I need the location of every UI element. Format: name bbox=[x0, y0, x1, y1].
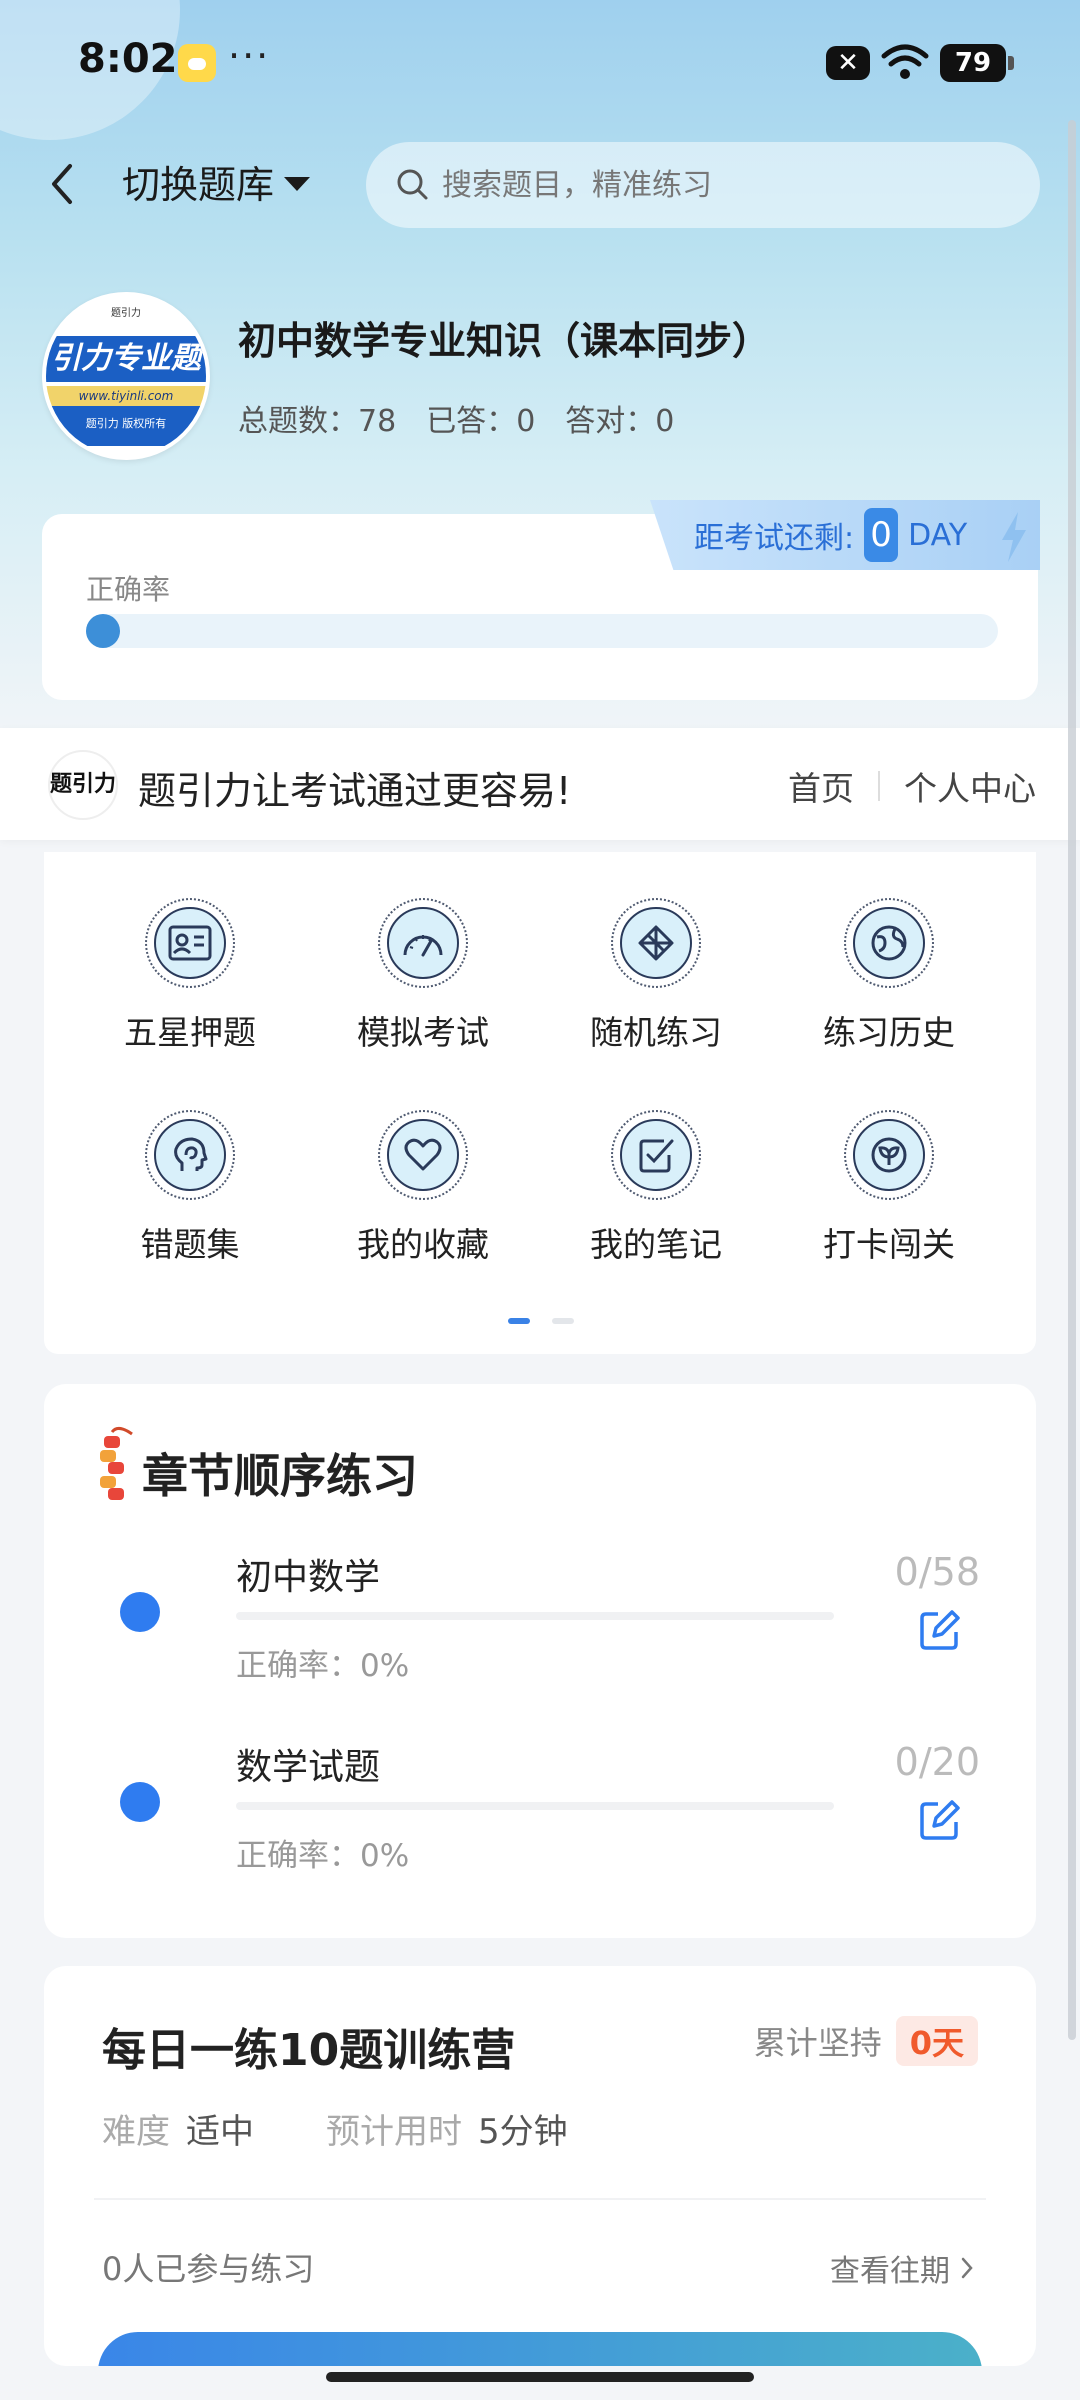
feature-label: 错题集 bbox=[140, 1225, 240, 1264]
chapter-row[interactable]: 初中数学 正确率：0% 0/58 bbox=[44, 1548, 1036, 1708]
feature-label: 五星押题 bbox=[124, 1013, 256, 1052]
correct-stat: 答对：0 bbox=[565, 404, 675, 439]
feature-practice-history[interactable]: 练习历史 bbox=[789, 898, 989, 1054]
search-bar[interactable] bbox=[366, 142, 1040, 228]
page-indicator bbox=[508, 1318, 574, 1324]
accuracy-label: 正确率 bbox=[86, 573, 171, 606]
chapter-dot bbox=[120, 1782, 160, 1822]
nav-profile-link[interactable]: 个人中心 bbox=[904, 762, 1036, 810]
note-check-icon bbox=[639, 1139, 674, 1173]
participants-count: 0人已参与练习 bbox=[102, 2250, 315, 2288]
switch-question-bank-button[interactable]: 切换题库 bbox=[122, 154, 311, 209]
answered-stat: 已答：0 bbox=[426, 404, 536, 439]
feature-wrong-questions[interactable]: 错题集 bbox=[90, 1110, 290, 1266]
status-time: 8:02 bbox=[78, 36, 178, 82]
accuracy-progress-bar bbox=[86, 614, 998, 648]
home-indicator[interactable] bbox=[326, 2372, 754, 2382]
globe-icon bbox=[871, 925, 907, 961]
feature-random-practice[interactable]: 随机练习 bbox=[556, 898, 756, 1054]
chapter-count: 0/58 bbox=[894, 1550, 980, 1594]
gauge-icon bbox=[403, 935, 443, 957]
course-title: 初中数学专业知识（课本同步） bbox=[238, 319, 771, 363]
feature-grid: 五星押题 模拟考试 随机练习 练习历史 错题集 我的收藏 我的笔记 打卡闯关 bbox=[44, 852, 1036, 1354]
id-card-icon bbox=[168, 925, 212, 961]
feature-notes[interactable]: 我的笔记 bbox=[556, 1110, 756, 1266]
chapter-progress-bar bbox=[236, 1612, 834, 1620]
switch-bank-label: 切换题库 bbox=[122, 163, 275, 207]
nav-home-link[interactable]: 首页 bbox=[788, 762, 854, 810]
chapter-count: 0/20 bbox=[894, 1740, 980, 1784]
total-questions-stat: 总题数：78 bbox=[238, 404, 397, 439]
course-logo: 题引力 引力专业题 www.tiyinli.com 题引力 版权所有 bbox=[42, 292, 210, 460]
persist-label: 累计坚持 bbox=[753, 2024, 882, 2062]
more-notifications-icon: ··· bbox=[228, 34, 271, 78]
countdown-label: 距考试还剩: bbox=[694, 521, 855, 556]
difficulty-value: 适中 bbox=[186, 2112, 254, 2152]
lightning-icon bbox=[1002, 512, 1026, 562]
daily-practice-title: 每日一练10题训练营 bbox=[102, 2025, 516, 2076]
time-label: 预计用时 bbox=[326, 2112, 462, 2152]
nav-divider bbox=[878, 771, 880, 801]
daily-meta: 难度 适中 预计用时 5分钟 bbox=[102, 2104, 624, 2153]
brand-logo: 题引力 bbox=[48, 750, 118, 820]
exam-countdown-badge: 距考试还剩: 0 DAY bbox=[650, 500, 1040, 570]
chapter-row[interactable]: 数学试题 正确率：0% 0/20 bbox=[44, 1738, 1036, 1898]
start-practice-button[interactable] bbox=[98, 2332, 982, 2366]
feature-five-star[interactable]: 五星押题 bbox=[90, 898, 290, 1054]
difficulty-label: 难度 bbox=[102, 2112, 170, 2152]
search-input[interactable] bbox=[442, 167, 1002, 203]
persist-streak: 累计坚持 0天 bbox=[754, 2016, 978, 2066]
time-value: 5分钟 bbox=[478, 2112, 568, 2152]
countdown-value: 0 bbox=[864, 508, 899, 562]
no-sim-icon: ✕ bbox=[826, 46, 870, 80]
status-bar: 8:02 ··· ✕ 79 bbox=[0, 0, 1080, 130]
edit-icon[interactable] bbox=[918, 1608, 962, 1652]
chapter-progress-bar bbox=[236, 1802, 834, 1810]
feature-check-in[interactable]: 打卡闯关 bbox=[789, 1110, 989, 1266]
course-stats: 总题数：78 已答：0 答对：0 bbox=[238, 396, 674, 440]
daily-practice-card: 每日一练10题训练营 累计坚持 0天 难度 适中 预计用时 5分钟 0人已参与练… bbox=[44, 1966, 1036, 2366]
back-arrow-icon[interactable] bbox=[40, 156, 84, 212]
app-notification-icon bbox=[178, 44, 216, 82]
search-icon bbox=[397, 169, 428, 200]
edit-icon[interactable] bbox=[918, 1798, 962, 1842]
countdown-unit: DAY bbox=[908, 517, 968, 553]
network-icon bbox=[638, 925, 674, 961]
chapter-practice-title: 章节顺序练习 bbox=[142, 1449, 418, 1503]
persist-days-badge: 0天 bbox=[895, 2016, 978, 2066]
chevron-right-icon bbox=[961, 2257, 973, 2279]
page-dot bbox=[508, 1318, 530, 1324]
scrollbar[interactable] bbox=[1068, 120, 1076, 2040]
slogan-nav: 首页 个人中心 bbox=[788, 762, 1036, 810]
feature-label: 我的收藏 bbox=[357, 1225, 489, 1264]
view-history-label: 查看往期 bbox=[830, 2254, 950, 2289]
feature-label: 随机练习 bbox=[590, 1013, 722, 1052]
chapter-dot bbox=[120, 1592, 160, 1632]
accuracy-progress-fill bbox=[86, 614, 120, 648]
feature-label: 模拟考试 bbox=[357, 1013, 489, 1052]
caret-down-icon bbox=[284, 176, 311, 191]
slogan-text: 题引力让考试通过更容易! bbox=[138, 769, 572, 813]
head-icon bbox=[174, 1137, 208, 1171]
heart-icon bbox=[404, 1138, 442, 1171]
battery-icon: 79 bbox=[940, 44, 1014, 82]
divider bbox=[94, 2198, 986, 2200]
view-history-link[interactable]: 查看往期 bbox=[830, 2246, 974, 2290]
page-dot bbox=[552, 1318, 574, 1324]
chapter-accuracy: 正确率：0% bbox=[236, 1648, 410, 1684]
chapter-practice-card: 章节顺序练习 初中数学 正确率：0% 0/58 数学试题 正确率：0% 0/20 bbox=[44, 1384, 1036, 1938]
sprout-icon bbox=[871, 1137, 907, 1173]
feature-label: 打卡闯关 bbox=[823, 1225, 955, 1264]
chapter-name: 数学试题 bbox=[236, 1747, 381, 1788]
firecracker-icon bbox=[100, 1427, 133, 1500]
feature-label: 练习历史 bbox=[823, 1013, 955, 1052]
feature-label: 我的笔记 bbox=[590, 1225, 722, 1264]
chapter-name: 初中数学 bbox=[236, 1557, 381, 1598]
chapter-accuracy: 正确率：0% bbox=[236, 1838, 410, 1874]
wifi-icon bbox=[881, 44, 929, 79]
feature-mock-exam[interactable]: 模拟考试 bbox=[323, 898, 523, 1054]
feature-favorites[interactable]: 我的收藏 bbox=[323, 1110, 523, 1266]
slogan-bar: 题引力 题引力让考试通过更容易! 首页 个人中心 bbox=[0, 728, 1080, 840]
